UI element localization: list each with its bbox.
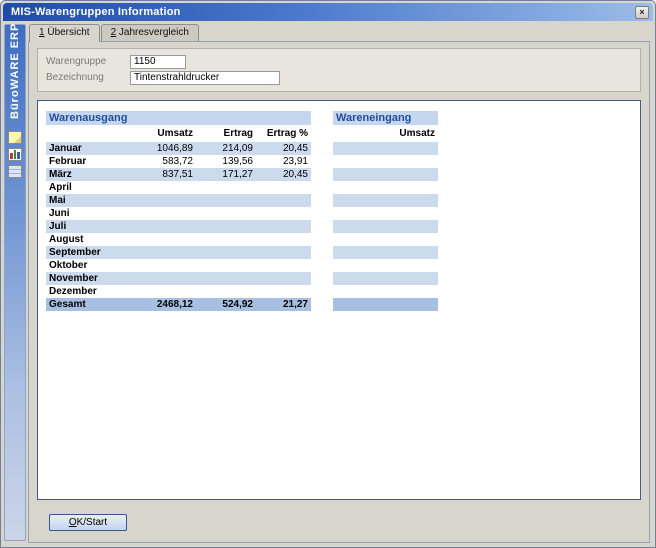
warenausgang-row: Januar1046,89214,0920,45 [46,142,311,155]
cell-umsatz: 583,72 [124,156,196,167]
wareneingang-table: Wareneingang Umsatz [333,111,438,311]
wareneingang-row [333,155,438,168]
row-month-label: März [46,169,124,180]
warenausgang-row: November [46,272,311,285]
cell-ertrag-pct: 20,45 [256,143,311,154]
cell-umsatz: 837,51 [124,169,196,180]
bezeichnung-input[interactable] [130,71,280,85]
wareneingang-header-band: Wareneingang [333,111,438,125]
ok-start-label: OK/Start [69,517,107,528]
sidebar-toolbar [8,131,22,178]
cell-ertrag: 524,92 [196,299,256,310]
row-month-label: Oktober [46,260,124,271]
row-month-label: April [46,182,124,193]
column-ertrag: Ertrag [196,128,256,139]
row-month-label: Februar [46,156,124,167]
titlebar[interactable]: MIS-Warengruppen Information × [3,3,653,21]
ok-start-button[interactable]: OK/Start [49,514,127,531]
warenausgang-row: Dezember [46,285,311,298]
window-title: MIS-Warengruppen Information [11,6,635,18]
wareneingang-row [333,181,438,194]
grid-icon[interactable] [8,165,22,178]
cell-ertrag: 214,09 [196,143,256,154]
wareneingang-row [333,168,438,181]
row-month-label: Dezember [46,286,124,297]
warenausgang-row: Februar583,72139,5623,91 [46,155,311,168]
row-month-label: Gesamt [46,299,124,310]
close-icon: × [639,7,644,17]
column-umsatz: Umsatz [124,128,196,139]
tab-bar: 1 Übersicht 2 Jahresvergleich [28,24,650,41]
wareneingang-row [333,259,438,272]
tab-jahresvergleich[interactable]: 2 Jahresvergleich [101,24,199,41]
wareneingang-column-headers: Umsatz [333,126,438,141]
uebersicht-tab-panel: Warengruppe Bezeichnung Warenausgang [28,41,650,543]
warengruppe-input[interactable] [130,55,186,69]
warenausgang-row: Gesamt2468,12524,9221,27 [46,298,311,311]
cell-ertrag-pct: 23,91 [256,156,311,167]
warenausgang-row: Mai [46,194,311,207]
tab-label: 2 Jahresvergleich [111,27,189,38]
warenausgang-row: März837,51171,2720,45 [46,168,311,181]
cell-ertrag: 171,27 [196,169,256,180]
warenausgang-row: Juni [46,207,311,220]
sidebar: BüroWARE ERP [4,24,26,541]
cell-umsatz: 1046,89 [124,143,196,154]
warengruppe-label: Warengruppe [46,56,130,67]
row-month-label: Januar [46,143,124,154]
form-area: Warengruppe Bezeichnung [37,48,641,92]
row-month-label: Mai [46,195,124,206]
row-month-label: Juni [46,208,124,219]
warenausgang-title: Warenausgang [49,112,127,124]
chart-icon[interactable] [8,148,22,161]
tab-label: 1 Übersicht [39,27,90,38]
cell-ertrag-pct: 21,27 [256,299,311,310]
mis-warengruppen-window: MIS-Warengruppen Information × BüroWARE … [0,0,656,548]
warenausgang-column-headers: Umsatz Ertrag Ertrag % [46,126,311,141]
row-month-label: Juli [46,221,124,232]
wareneingang-title: Wareneingang [336,112,411,124]
row-month-label: September [46,247,124,258]
cell-umsatz: 2468,12 [124,299,196,310]
wareneingang-row [333,220,438,233]
column-ertrag-pct: Ertrag % [256,128,311,139]
bezeichnung-label: Bezeichnung [46,72,130,83]
row-month-label: August [46,234,124,245]
row-month-label: November [46,273,124,284]
wareneingang-row [333,207,438,220]
warenausgang-row: September [46,246,311,259]
data-panel: Warenausgang Umsatz Ertrag Ertrag % Janu… [37,100,641,500]
wareneingang-row [333,285,438,298]
warenausgang-row: August [46,233,311,246]
brand-vertical-text: BüroWARE ERP [9,27,21,123]
wareneingang-row [333,246,438,259]
column-we-umsatz: Umsatz [333,128,438,139]
warenausgang-row: Oktober [46,259,311,272]
wareneingang-row [333,142,438,155]
wareneingang-row [333,298,438,311]
warenausgang-table: Warenausgang Umsatz Ertrag Ertrag % Janu… [46,111,311,311]
close-button[interactable]: × [635,6,649,19]
wareneingang-row [333,233,438,246]
warenausgang-row: Juli [46,220,311,233]
wareneingang-row [333,272,438,285]
cell-ertrag: 139,56 [196,156,256,167]
warenausgang-row: April [46,181,311,194]
wareneingang-row [333,194,438,207]
tab-uebersicht[interactable]: 1 Übersicht [29,24,100,42]
warenausgang-header-band: Warenausgang [46,111,311,125]
cell-ertrag-pct: 20,45 [256,169,311,180]
note-icon[interactable] [8,131,22,144]
